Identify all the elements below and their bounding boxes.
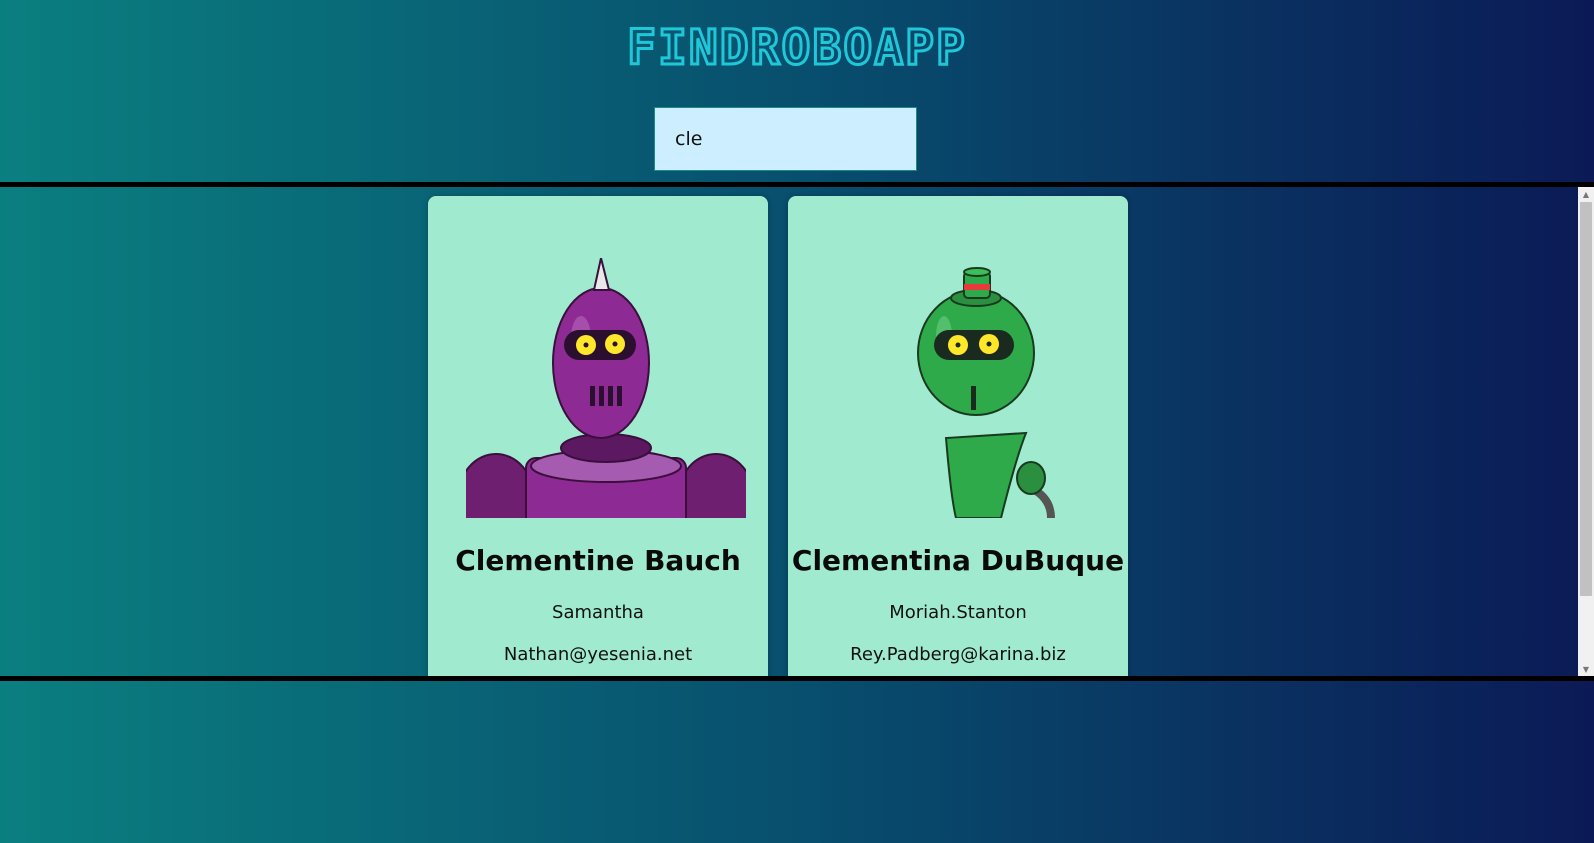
green-robot-avatar <box>917 267 1055 518</box>
scroll-down-arrow-icon[interactable]: ▼ <box>1578 662 1594 676</box>
vertical-scrollbar[interactable]: ▲ ▼ <box>1578 187 1594 676</box>
robot-card[interactable]: Clementina DuBuque Moriah.Stanton Rey.Pa… <box>788 196 1128 676</box>
robot-email: Rey.Padberg@karina.biz <box>850 644 1066 665</box>
robot-card[interactable]: Clementine Bauch Samantha Nathan@yesenia… <box>428 196 768 676</box>
robot-username: Samantha <box>552 602 644 623</box>
robot-username: Moriah.Stanton <box>889 602 1027 623</box>
card-list[interactable]: Clementine Bauch Samantha Nathan@yesenia… <box>0 182 1594 681</box>
purple-robot-avatar <box>466 258 746 518</box>
svg-text:FINDROBOAPP: FINDROBOAPP <box>627 20 967 76</box>
app-title: FINDROBOAPP <box>0 18 1594 86</box>
scroll-up-arrow-icon[interactable]: ▲ <box>1578 187 1594 201</box>
search-input[interactable] <box>654 107 917 171</box>
scroll-thumb[interactable] <box>1580 202 1592 596</box>
robot-name: Clementina DuBuque <box>791 544 1125 577</box>
robot-name: Clementine Bauch <box>455 544 741 577</box>
app-title-text: FINDROBOAPP <box>626 19 967 78</box>
robot-email: Nathan@yesenia.net <box>503 644 693 665</box>
